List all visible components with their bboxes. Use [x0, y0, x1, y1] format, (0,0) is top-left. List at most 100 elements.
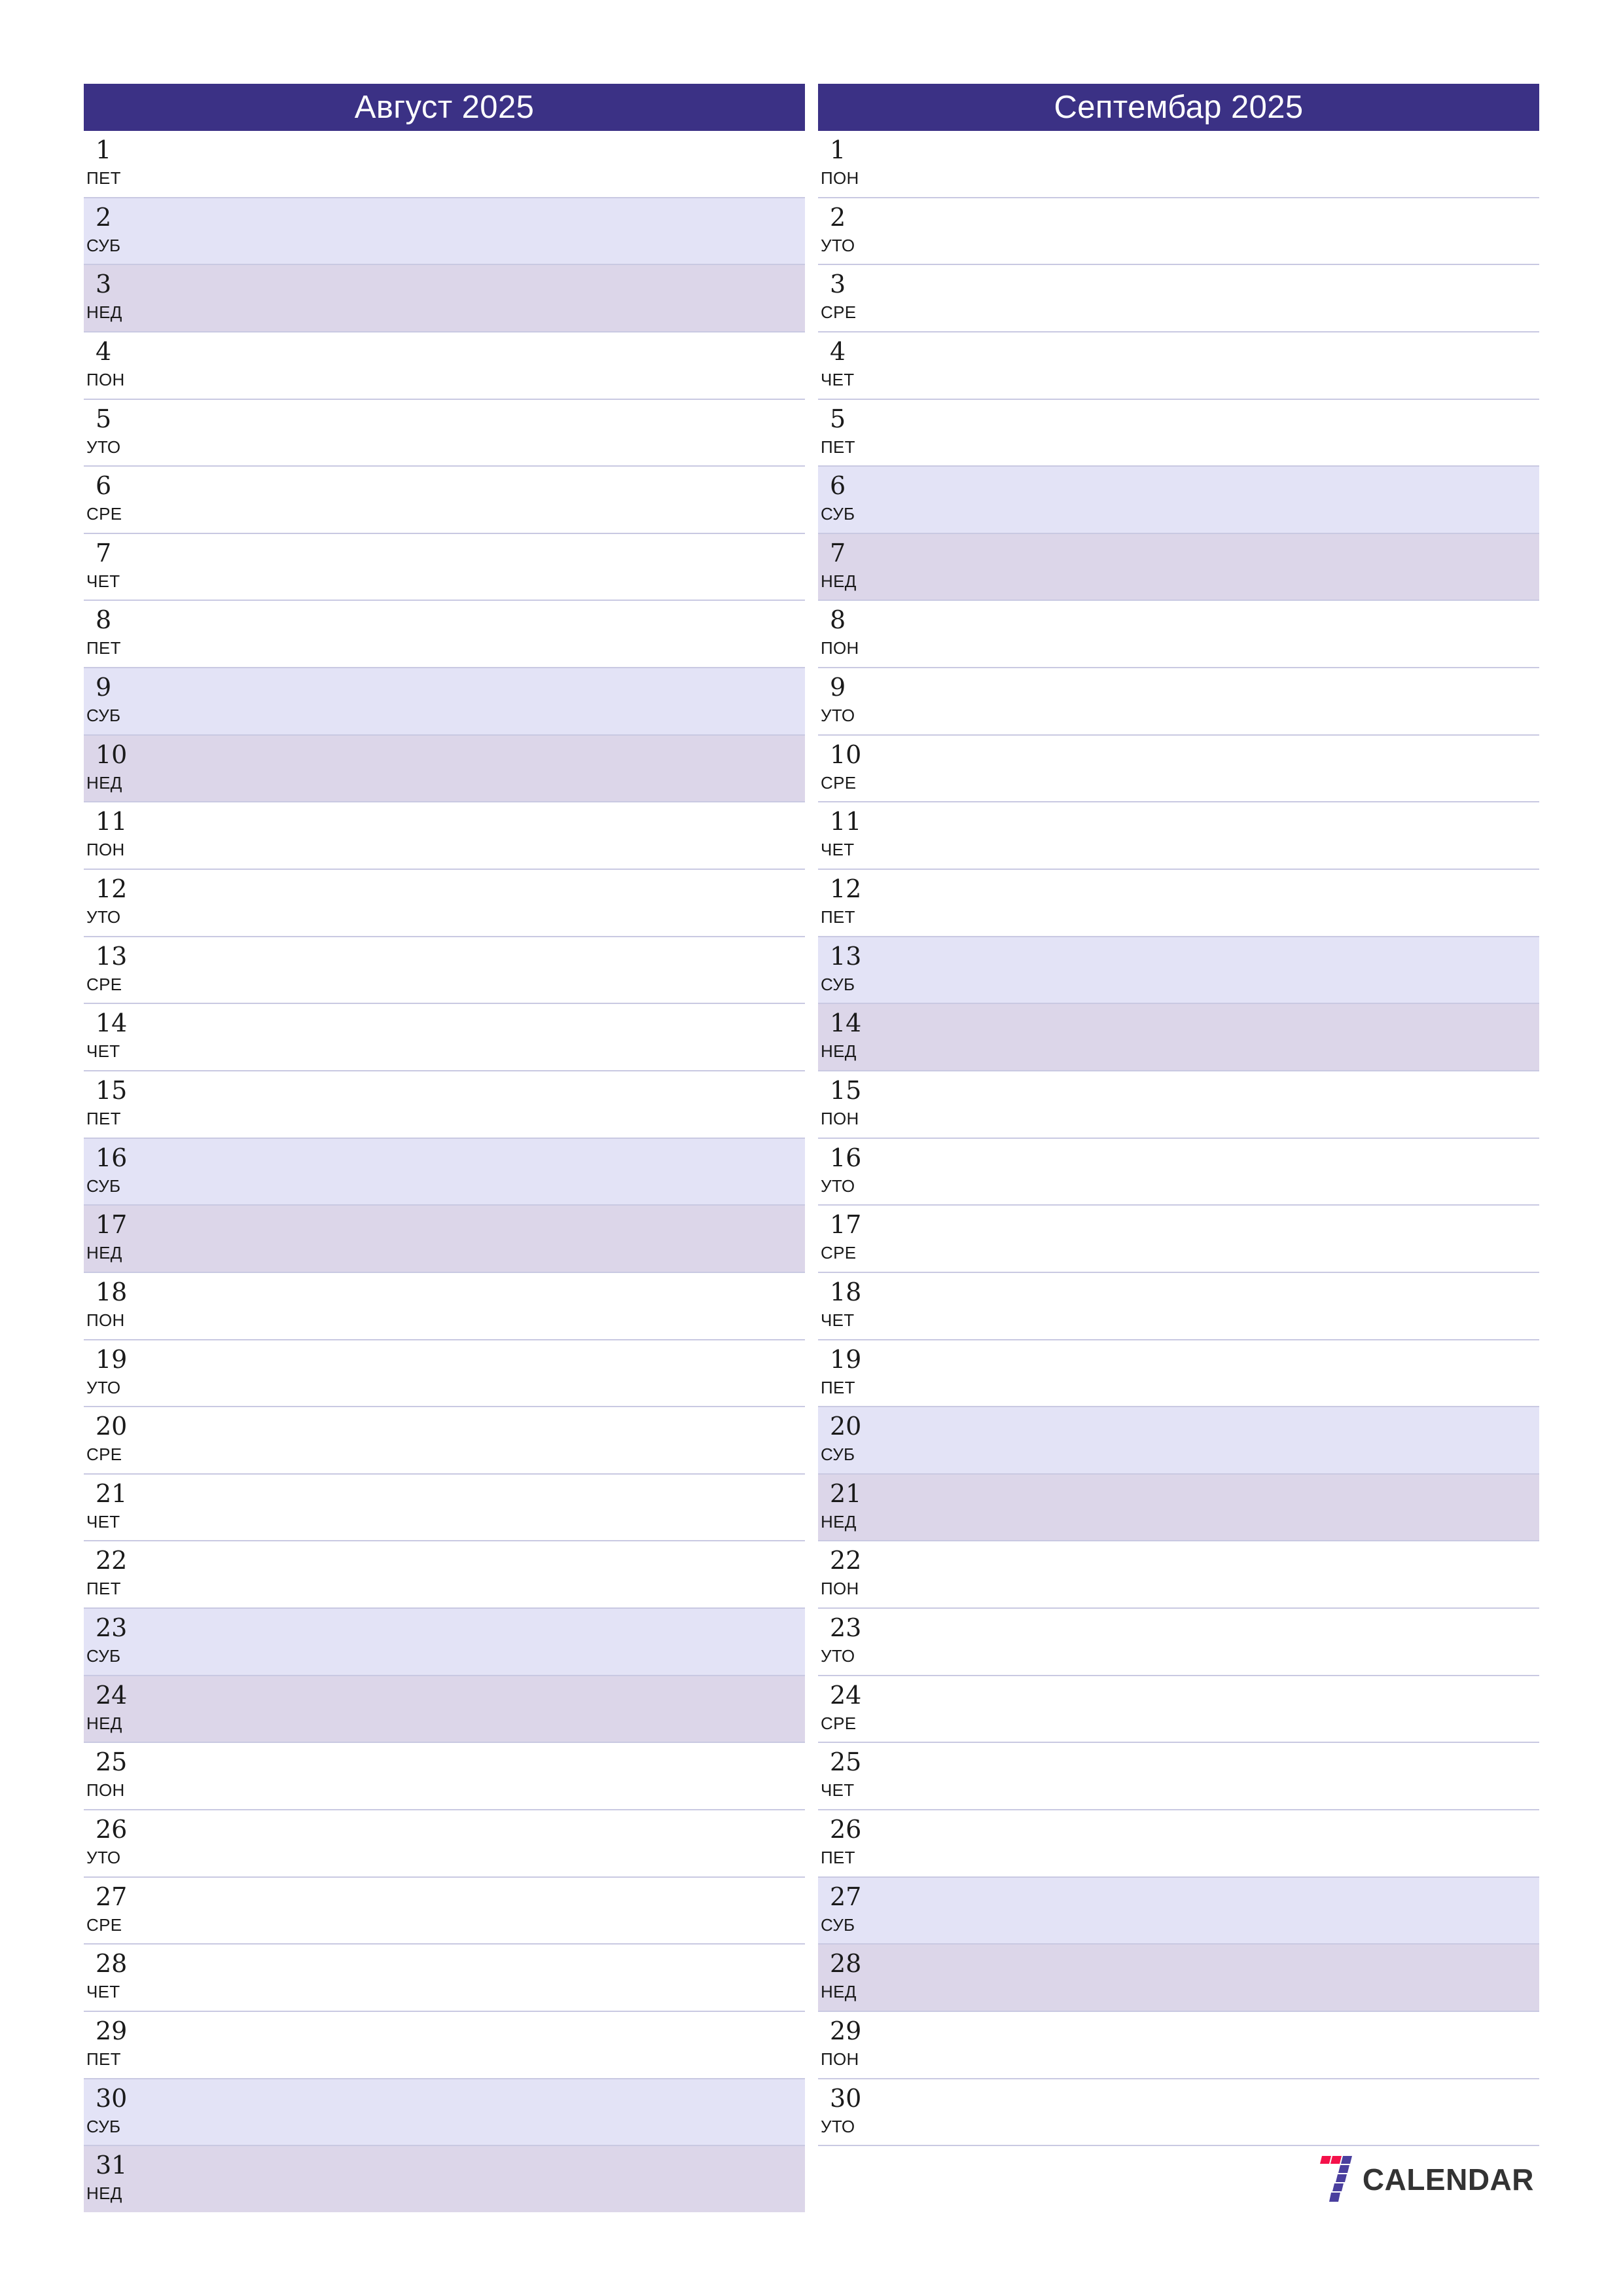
day-number: 2: [96, 202, 112, 232]
day-row[interactable]: 23 СУБ: [84, 1609, 805, 1676]
day-row[interactable]: 15 ПЕТ: [84, 1071, 805, 1139]
day-row[interactable]: 1 ПЕТ: [84, 131, 805, 198]
day-weekday: ЧЕТ: [821, 1310, 855, 1330]
day-weekday: СУБ: [821, 974, 855, 994]
day-row[interactable]: 9 УТО: [818, 668, 1539, 736]
day-weekday: СРЕ: [821, 1713, 857, 1733]
day-row[interactable]: 15 ПОН: [818, 1071, 1539, 1139]
day-weekday: СУБ: [86, 2116, 121, 2136]
day-row[interactable]: 29 ПОН: [818, 2011, 1539, 2079]
day-row[interactable]: 19 ПЕТ: [818, 1340, 1539, 1408]
day-number: 14: [96, 1009, 128, 1038]
day-weekday: СУБ: [86, 1175, 121, 1196]
day-number: 16: [830, 1143, 862, 1172]
day-row[interactable]: 22 ПОН: [818, 1541, 1539, 1609]
day-row[interactable]: 10 СРЕ: [818, 735, 1539, 803]
day-row[interactable]: 20 СРЕ: [84, 1407, 805, 1475]
day-row[interactable]: 16 УТО: [818, 1138, 1539, 1206]
day-number: 18: [830, 1277, 862, 1306]
day-row[interactable]: 27 СУБ: [818, 1877, 1539, 1945]
day-row[interactable]: 1 ПОН: [818, 131, 1539, 198]
day-row[interactable]: 24 НЕД: [84, 1676, 805, 1744]
day-row[interactable]: 9 СУБ: [84, 668, 805, 736]
day-row[interactable]: 12 УТО: [84, 870, 805, 937]
day-number: 19: [830, 1344, 862, 1374]
day-row[interactable]: 28 ЧЕТ: [84, 1945, 805, 2012]
day-row[interactable]: 8 ПЕТ: [84, 601, 805, 669]
day-row[interactable]: 6 СУБ: [818, 467, 1539, 534]
day-row[interactable]: 20 СУБ: [818, 1407, 1539, 1475]
day-row[interactable]: 6 СРЕ: [84, 467, 805, 534]
day-weekday: ЧЕТ: [821, 369, 855, 389]
day-row[interactable]: 10 НЕД: [84, 735, 805, 803]
day-number: 31: [96, 2151, 128, 2180]
day-number: 18: [96, 1277, 128, 1306]
day-weekday: НЕД: [821, 571, 857, 591]
day-row[interactable]: 26 УТО: [84, 1810, 805, 1878]
day-row[interactable]: 23 УТО: [818, 1609, 1539, 1676]
day-row[interactable]: 4 ЧЕТ: [818, 332, 1539, 400]
day-row[interactable]: 17 СРЕ: [818, 1206, 1539, 1273]
day-weekday: НЕД: [86, 1713, 122, 1733]
day-weekday: ПЕТ: [86, 1579, 121, 1599]
day-row[interactable]: 16 СУБ: [84, 1138, 805, 1206]
day-row[interactable]: 28 НЕД: [818, 1945, 1539, 2012]
day-weekday: ЧЕТ: [86, 571, 120, 591]
day-row[interactable]: 11 ПОН: [84, 802, 805, 870]
day-number: 16: [96, 1143, 128, 1172]
day-number: 28: [96, 1949, 128, 1979]
day-row[interactable]: 7 НЕД: [818, 533, 1539, 601]
day-row[interactable]: 11 ЧЕТ: [818, 802, 1539, 870]
day-number: 23: [830, 1613, 862, 1643]
day-row[interactable]: 3 СРЕ: [818, 265, 1539, 332]
day-number: 8: [830, 605, 846, 635]
day-row[interactable]: 18 ЧЕТ: [818, 1272, 1539, 1340]
day-row[interactable]: 14 ЧЕТ: [84, 1004, 805, 1071]
day-row[interactable]: 4 ПОН: [84, 332, 805, 400]
day-number: 6: [96, 471, 112, 501]
day-row[interactable]: 2 УТО: [818, 198, 1539, 266]
day-row[interactable]: 31 НЕД: [84, 2146, 805, 2212]
day-weekday: ПОН: [821, 638, 859, 658]
day-row[interactable]: 22 ПЕТ: [84, 1541, 805, 1609]
day-row[interactable]: 3 НЕД: [84, 265, 805, 332]
day-number: 4: [96, 336, 112, 366]
day-row[interactable]: 18 ПОН: [84, 1272, 805, 1340]
day-row[interactable]: 27 СРЕ: [84, 1877, 805, 1945]
day-weekday: ПЕТ: [821, 907, 855, 927]
day-row[interactable]: 25 ПОН: [84, 1743, 805, 1811]
day-number: 11: [830, 807, 862, 836]
day-list: 1 ПОН 2 УТО 3 СРЕ 4 ЧЕТ 5 ПЕТ 6 СУБ 7 НЕД 8 ПОН 9 УТО 10 СР…: [818, 131, 1539, 2212]
brand-logo: CALENDAR: [1311, 2155, 1534, 2204]
day-row[interactable]: 24 СРЕ: [818, 1676, 1539, 1744]
day-weekday: СРЕ: [86, 1914, 122, 1935]
day-row[interactable]: 12 ПЕТ: [818, 870, 1539, 937]
day-number: 26: [830, 1815, 862, 1844]
day-row[interactable]: 30 УТО: [818, 2079, 1539, 2147]
day-row[interactable]: 13 СРЕ: [84, 937, 805, 1005]
day-row[interactable]: 21 ЧЕТ: [84, 1474, 805, 1542]
day-row[interactable]: 7 ЧЕТ: [84, 533, 805, 601]
day-weekday: УТО: [821, 235, 855, 255]
day-row[interactable]: 5 УТО: [84, 399, 805, 467]
day-row[interactable]: 29 ПЕТ: [84, 2011, 805, 2079]
day-row[interactable]: 2 СУБ: [84, 198, 805, 266]
day-weekday: СУБ: [86, 706, 121, 726]
day-number: 27: [830, 1882, 862, 1911]
day-weekday: ПОН: [86, 369, 125, 389]
day-row[interactable]: 21 НЕД: [818, 1474, 1539, 1542]
day-number: 12: [96, 874, 128, 904]
month-column: Август 2025 1 ПЕТ 2 СУБ 3 НЕД 4 ПОН 5 УТО 6 СРЕ 7 ЧЕТ 8…: [84, 84, 805, 2212]
day-row[interactable]: 5 ПЕТ: [818, 399, 1539, 467]
day-row[interactable]: 19 УТО: [84, 1340, 805, 1408]
day-row[interactable]: 14 НЕД: [818, 1004, 1539, 1071]
day-number: 10: [830, 740, 862, 769]
day-row[interactable]: 30 СУБ: [84, 2079, 805, 2147]
day-row[interactable]: 17 НЕД: [84, 1206, 805, 1273]
day-weekday: ПЕТ: [86, 1108, 121, 1128]
day-row[interactable]: 26 ПЕТ: [818, 1810, 1539, 1878]
day-row[interactable]: 13 СУБ: [818, 937, 1539, 1005]
day-row[interactable]: 8 ПОН: [818, 601, 1539, 669]
day-row[interactable]: 25 ЧЕТ: [818, 1743, 1539, 1811]
day-number: 20: [830, 1412, 862, 1441]
